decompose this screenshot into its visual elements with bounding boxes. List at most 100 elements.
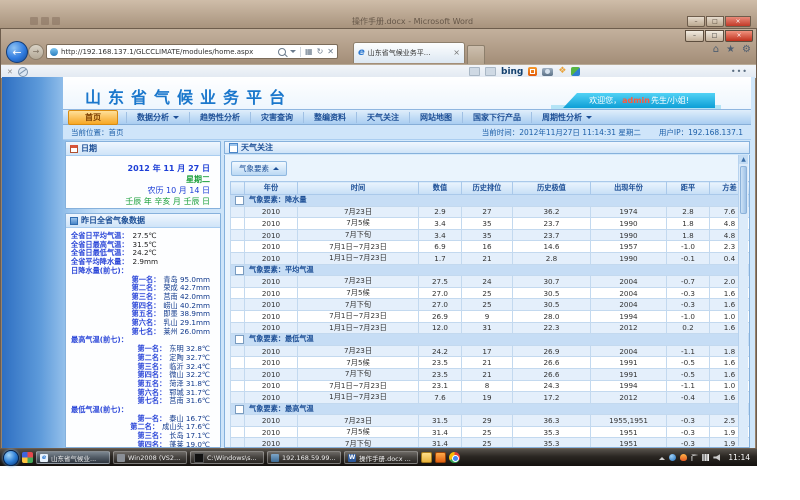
nav-item[interactable]: 周期性分析 — [531, 112, 602, 123]
compatibility-icon[interactable]: ▦ — [305, 48, 313, 56]
table-row[interactable]: 20107月23日2.92736.219742.87.6 — [231, 206, 750, 218]
tray-expand-icon[interactable] — [659, 454, 665, 460]
camera-icon[interactable] — [542, 68, 553, 76]
start-button[interactable] — [3, 450, 19, 466]
nav-item[interactable]: 网站地图 — [409, 112, 462, 123]
rank-label: 第四名： — [137, 441, 166, 448]
table-row[interactable]: 20107月5候31.42535.31951-0.31.9 — [231, 426, 750, 438]
tab-close-icon[interactable]: × — [453, 49, 460, 57]
taskbar-task[interactable]: C:\Windows\s... — [190, 451, 264, 464]
taskbar-task[interactable]: W操作手册.docx ... — [344, 451, 418, 464]
table-row[interactable]: 20107月1日~7月23日6.91614.61957-1.02.3 — [231, 241, 750, 253]
maximize-icon[interactable]: □ — [706, 16, 724, 27]
media-app-icon[interactable] — [435, 452, 446, 463]
group-checkbox[interactable] — [235, 405, 244, 414]
cell: 2010 — [245, 357, 298, 369]
launcher-icon[interactable] — [22, 452, 33, 463]
row-spacer — [231, 206, 245, 218]
table-row[interactable]: 20107月23日27.52430.72004-0.72.0 — [231, 276, 750, 288]
table-row[interactable]: 20107月23日31.52936.31955,1951-0.32.5 — [231, 415, 750, 427]
search-icon[interactable] — [278, 48, 286, 56]
background-window-title: 操作手册.docx - Microsoft Word — [352, 16, 473, 27]
action-center-flag-icon[interactable] — [691, 454, 698, 461]
url-text[interactable]: http://192.168.137.1/GLCCLIMATE/modules/… — [61, 48, 278, 56]
breadcrumb[interactable]: 当前位置：首页 — [71, 127, 124, 138]
refresh-icon[interactable]: ↻ — [317, 48, 324, 56]
table-row[interactable]: 20107月1日~7月23日23.1824.31994-1.11.0 — [231, 380, 750, 392]
home-icon[interactable]: ⌂ — [713, 45, 719, 55]
volume-icon[interactable] — [713, 454, 720, 461]
paw-icon[interactable]: ❖ — [558, 67, 566, 76]
toolbar-badge-icon[interactable] — [528, 67, 537, 76]
cell: 28.0 — [513, 310, 591, 322]
table-row[interactable]: 20107月5候27.02530.52004-0.31.6 — [231, 287, 750, 299]
mail-icon[interactable] — [485, 67, 496, 76]
stats-ranks: 日降水量(前七)：第一名：青岛 95.0mm第二名：荣成 42.7mm第三名：莒… — [71, 267, 212, 448]
group-checkbox[interactable] — [235, 196, 244, 205]
cell: 23.1 — [419, 380, 462, 392]
cell: 7月5候 — [298, 218, 419, 230]
group-checkbox[interactable] — [235, 266, 244, 275]
back-button[interactable]: ← — [6, 41, 28, 63]
taskbar-clock[interactable]: 11:14 — [728, 453, 750, 462]
table-row[interactable]: 20101月1日~7月23日12.03122.320120.21.6 — [231, 322, 750, 334]
table-row[interactable]: 20107月下旬23.52126.61991-0.51.6 — [231, 368, 750, 380]
table-group-row[interactable]: 气象要素：最低气温 — [231, 334, 750, 346]
nav-item[interactable]: 国家下行产品 — [462, 112, 531, 123]
nav-item[interactable]: 天气关注 — [356, 112, 409, 123]
table-row[interactable]: 20107月1日~7月23日26.9928.01994-1.01.0 — [231, 310, 750, 322]
table-scrollbar[interactable]: ▲ — [738, 155, 748, 446]
table-row[interactable]: 20107月5候3.43523.719901.84.8 — [231, 218, 750, 230]
chrome-icon[interactable] — [449, 452, 460, 463]
column-header: 历史排位 — [462, 182, 513, 195]
close-icon[interactable]: × — [725, 16, 751, 27]
address-bar[interactable]: http://192.168.137.1/GLCCLIMATE/modules/… — [46, 44, 338, 59]
close-button[interactable]: × — [725, 30, 753, 42]
group-checkbox[interactable] — [235, 335, 244, 344]
table-row[interactable]: 20107月下旬27.02530.52004-0.31.6 — [231, 299, 750, 311]
addon-icon[interactable] — [18, 67, 28, 77]
more-options-icon[interactable]: ••• — [731, 67, 748, 76]
scroll-up-icon[interactable]: ▲ — [739, 155, 748, 164]
cell: -0.3 — [667, 438, 710, 448]
table-row[interactable]: 20101月1日~7月23日1.7212.81990-0.10.4 — [231, 252, 750, 264]
cell: -0.3 — [667, 426, 710, 438]
firefox-icon[interactable] — [680, 454, 687, 461]
table-group-row[interactable]: 气象要素：降水量 — [231, 195, 750, 207]
browser-tab[interactable]: e 山东省气候业务平... × — [353, 42, 465, 63]
table-row[interactable]: 20101月1日~7月23日7.61917.22012-0.41.6 — [231, 392, 750, 404]
network-icon[interactable] — [702, 454, 709, 461]
nav-item[interactable]: 数据分析 — [126, 112, 189, 123]
table-row[interactable]: 20107月下旬31.42535.31951-0.31.9 — [231, 438, 750, 448]
maximize-button[interactable]: □ — [705, 30, 724, 42]
new-tab-button[interactable] — [467, 45, 485, 64]
chevron-down-icon[interactable] — [290, 50, 296, 56]
nav-item[interactable]: 整编资料 — [303, 112, 356, 123]
minimize-button[interactable]: – — [685, 30, 704, 42]
taskbar-task[interactable]: Win2008 (VS2... — [113, 451, 187, 464]
minimize-icon[interactable]: – — [687, 16, 705, 27]
stop-icon[interactable]: ✕ — [327, 48, 334, 56]
settings-gear-icon[interactable]: ⚙ — [742, 45, 751, 55]
taskbar-task[interactable]: 192.168.59.99... — [267, 451, 341, 464]
table-row[interactable]: 20107月5候23.52126.61991-0.51.6 — [231, 357, 750, 369]
nav-item[interactable]: 趋势性分析 — [189, 112, 250, 123]
puzzle-icon[interactable] — [571, 67, 580, 76]
nav-item[interactable]: 灾害查询 — [250, 112, 303, 123]
card-icon[interactable] — [469, 67, 480, 76]
explorer-folder-icon[interactable] — [421, 452, 432, 463]
table-row[interactable]: 20107月23日24.21726.92004-1.11.8 — [231, 345, 750, 357]
bing-logo[interactable]: bing — [501, 67, 523, 77]
tray-app-icon[interactable] — [669, 454, 676, 461]
table-group-row[interactable]: 气象要素：最高气温 — [231, 403, 750, 415]
forward-button[interactable]: → — [28, 44, 44, 60]
scrollbar-thumb[interactable] — [740, 166, 747, 214]
element-filter-button[interactable]: 气象要素 — [231, 161, 287, 176]
table-group-row[interactable]: 气象要素：平均气温 — [231, 264, 750, 276]
close-toolbar-icon[interactable]: ✕ — [7, 68, 13, 76]
nav-item[interactable]: 首页 — [68, 110, 118, 125]
taskbar-task[interactable]: e山东省气候业... — [36, 451, 110, 464]
favorites-star-icon[interactable]: ★ — [726, 45, 735, 55]
rank-value: 莱州 26.0mm — [163, 328, 210, 337]
table-row[interactable]: 20107月下旬3.43523.719901.84.8 — [231, 229, 750, 241]
